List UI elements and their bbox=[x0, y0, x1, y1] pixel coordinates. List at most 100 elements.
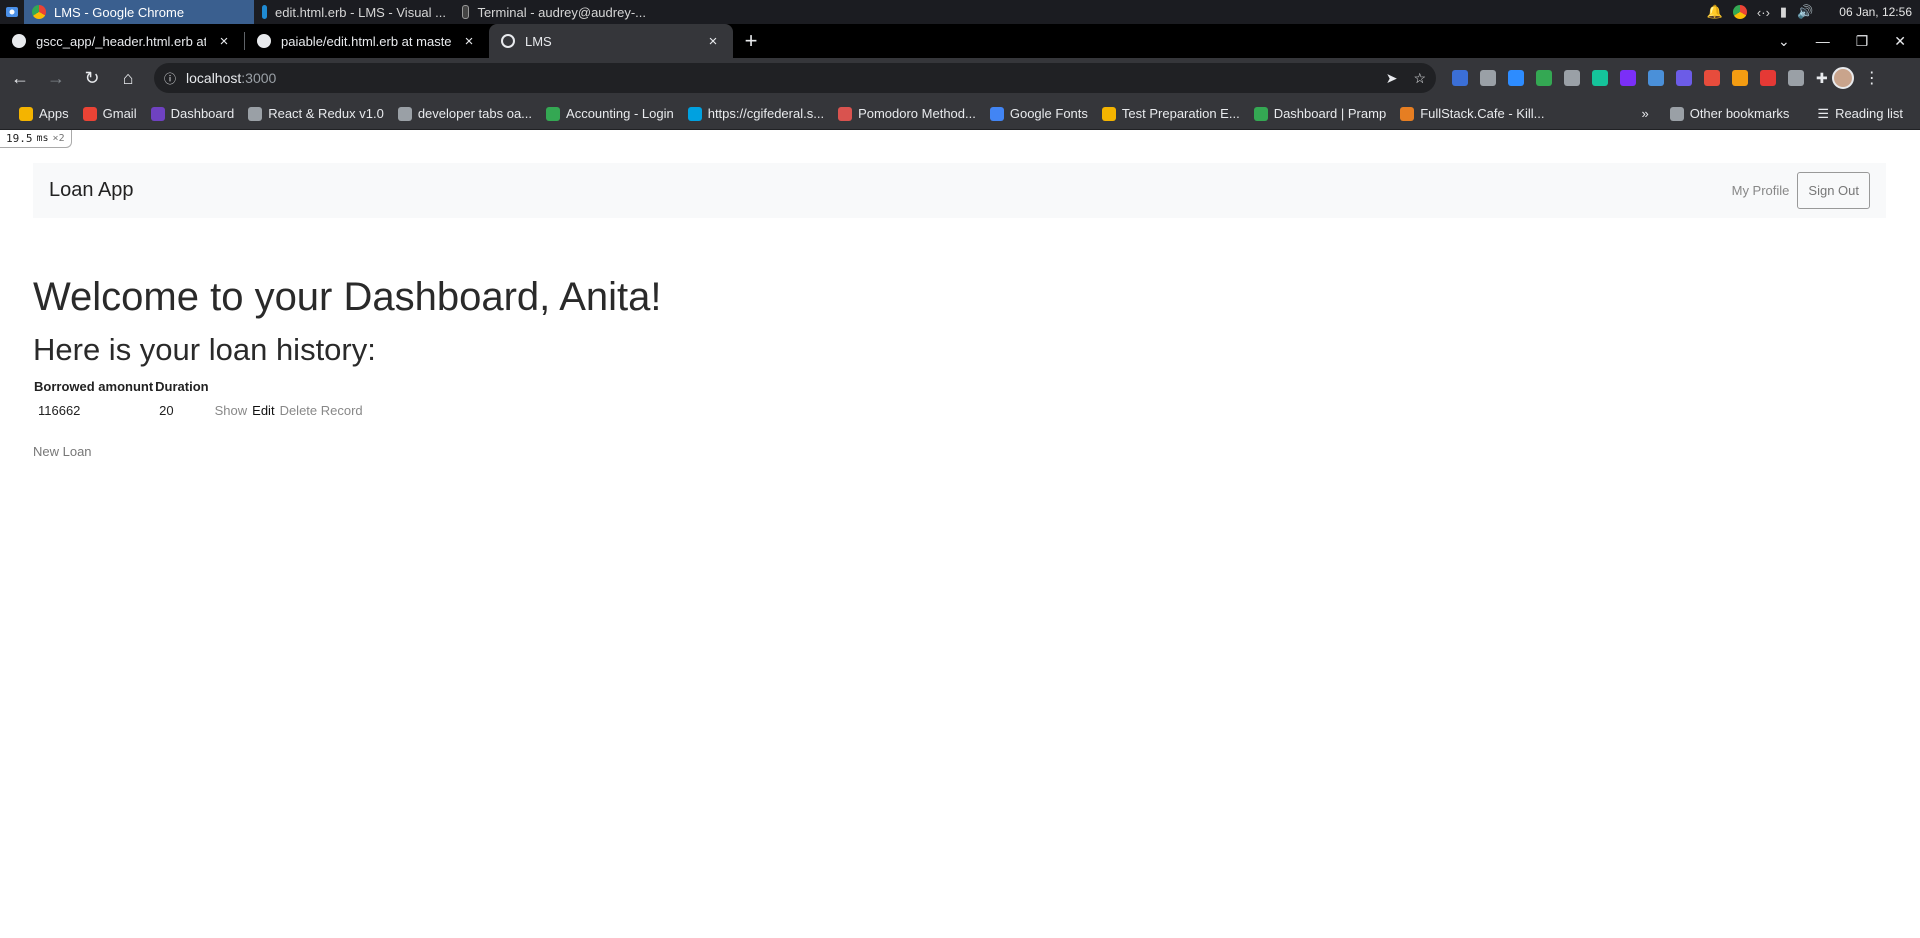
app-navbar: Loan App My Profile Sign Out bbox=[33, 163, 1886, 218]
extension-icon[interactable] bbox=[1480, 70, 1496, 86]
reading-list[interactable]: ☰ Reading list bbox=[1810, 102, 1910, 126]
bookmark-star-icon[interactable]: ☆ bbox=[1413, 70, 1426, 87]
bookmarks-bar: Apps Gmail Dashboard React & Redux v1.0 deve… bbox=[0, 98, 1920, 130]
tab-lms[interactable]: LMS × bbox=[489, 24, 733, 58]
my-profile-link[interactable]: My Profile bbox=[1732, 183, 1790, 198]
clock[interactable]: 06 Jan, 12:56 bbox=[1839, 5, 1912, 19]
extension-icon[interactable] bbox=[1536, 70, 1552, 86]
extension-icon[interactable] bbox=[1452, 70, 1468, 86]
delete-record-link[interactable]: Delete Record bbox=[280, 403, 363, 418]
home-icon[interactable]: ⌂ bbox=[112, 62, 144, 94]
volume-icon[interactable]: 🔊 bbox=[1797, 4, 1813, 20]
reload-icon[interactable]: ↻ bbox=[76, 62, 108, 94]
extensions-puzzle-icon[interactable]: ✚ bbox=[1816, 70, 1828, 87]
extension-icon[interactable] bbox=[1564, 70, 1580, 86]
battery-icon[interactable]: ▮ bbox=[1780, 4, 1787, 20]
close-window-icon[interactable]: ✕ bbox=[1894, 33, 1906, 50]
page-viewport: 19.5 ms ×2 Loan App My Profile Sign Out … bbox=[0, 130, 1920, 938]
bookmark-item[interactable]: Test Preparation E... bbox=[1095, 102, 1247, 126]
task-label: Terminal - audrey@audrey-... bbox=[477, 4, 646, 20]
bell-icon[interactable]: 🔔 bbox=[1707, 4, 1723, 20]
more-bookmarks-icon[interactable]: » bbox=[1641, 106, 1648, 121]
new-loan-link[interactable]: New Loan bbox=[33, 444, 92, 459]
reading-list-label: Reading list bbox=[1835, 106, 1903, 121]
bookmark-item[interactable]: Gmail bbox=[76, 102, 144, 126]
network-icon[interactable]: ‹·› bbox=[1757, 5, 1770, 20]
minimize-icon[interactable]: — bbox=[1816, 33, 1830, 49]
github-icon bbox=[12, 34, 26, 48]
os-taskbar: LMS - Google Chrome edit.html.erb - LMS … bbox=[0, 0, 1920, 24]
address-bar[interactable]: ⓘ localhost:3000 ➤ ☆ bbox=[154, 63, 1436, 93]
tab-search-icon[interactable]: ⌄ bbox=[1778, 33, 1790, 50]
extension-icon[interactable] bbox=[1592, 70, 1608, 86]
extension-icon[interactable] bbox=[1676, 70, 1692, 86]
perf-badge[interactable]: 19.5 ms ×2 bbox=[0, 130, 72, 148]
extension-icon[interactable] bbox=[1508, 70, 1524, 86]
tab-title: gscc_app/_header.html.erb at p bbox=[36, 33, 206, 49]
column-header-duration: Duration bbox=[155, 379, 209, 394]
bookmark-item[interactable]: https://cgifederal.s... bbox=[681, 102, 831, 126]
browser-toolbar: ← → ↻ ⌂ ⓘ localhost:3000 ➤ ☆ ✚ ⋮ bbox=[0, 58, 1920, 98]
extension-icon[interactable] bbox=[1648, 70, 1664, 86]
edit-link[interactable]: Edit bbox=[252, 403, 274, 418]
bookmark-label: Dashboard | Pramp bbox=[1273, 106, 1387, 121]
sign-out-button[interactable]: Sign Out bbox=[1797, 172, 1870, 209]
bookmark-item[interactable]: Pomodoro Method... bbox=[831, 102, 983, 126]
extensions-bar bbox=[1452, 70, 1804, 86]
extension-icon[interactable] bbox=[1704, 70, 1720, 86]
bookmark-item[interactable]: React & Redux v1.0 bbox=[241, 102, 391, 126]
task-chrome[interactable]: LMS - Google Chrome bbox=[24, 0, 254, 24]
tab-edit-erb[interactable]: paiable/edit.html.erb at master × bbox=[245, 24, 489, 58]
close-icon[interactable]: × bbox=[461, 33, 477, 50]
reading-list-icon: ☰ bbox=[1817, 105, 1830, 121]
globe-icon bbox=[501, 34, 515, 48]
new-tab-button[interactable]: + bbox=[733, 24, 769, 58]
bookmark-favicon-icon bbox=[546, 106, 561, 121]
bookmark-favicon-icon bbox=[248, 106, 263, 121]
bookmark-item[interactable]: Accounting - Login bbox=[539, 102, 681, 126]
extension-icon[interactable] bbox=[1620, 70, 1636, 86]
vscode-icon bbox=[262, 5, 267, 19]
bookmark-favicon-icon bbox=[82, 106, 97, 121]
other-bookmarks[interactable]: Other bookmarks bbox=[1663, 102, 1797, 126]
column-header-actions bbox=[252, 377, 279, 396]
tab-header-erb[interactable]: gscc_app/_header.html.erb at p × bbox=[0, 24, 244, 58]
bookmark-favicon-icon bbox=[1253, 106, 1268, 121]
bookmark-label: Accounting - Login bbox=[566, 106, 674, 121]
loan-history-table: Borrowed amonunt Duration 116662 20 Show… bbox=[33, 377, 368, 424]
bookmark-item[interactable]: Dashboard bbox=[144, 102, 242, 126]
perf-mult: ×2 bbox=[52, 133, 65, 144]
chrome-menu-icon[interactable]: ⋮ bbox=[1864, 68, 1880, 88]
chrome-tray-icon[interactable] bbox=[1732, 5, 1747, 19]
bookmark-label: Dashboard bbox=[170, 106, 235, 121]
maximize-icon[interactable]: ❐ bbox=[1856, 33, 1869, 50]
task-vscode[interactable]: edit.html.erb - LMS - Visual ... bbox=[254, 0, 454, 24]
bookmark-item[interactable]: FullStack.Cafe - Kill... bbox=[1393, 102, 1551, 126]
task-terminal[interactable]: Terminal - audrey@audrey-... bbox=[454, 0, 654, 24]
app-menu-icon[interactable] bbox=[0, 0, 24, 24]
tab-title: paiable/edit.html.erb at master bbox=[281, 33, 451, 49]
bookmark-item[interactable]: Google Fonts bbox=[983, 102, 1095, 126]
chrome-icon bbox=[32, 5, 46, 19]
show-link[interactable]: Show bbox=[215, 403, 248, 418]
perf-unit: ms bbox=[36, 133, 49, 144]
back-icon[interactable]: ← bbox=[4, 62, 36, 94]
brand-link[interactable]: Loan App bbox=[49, 179, 134, 202]
perf-value: 19.5 bbox=[6, 132, 33, 145]
amount-cell: 116662 bbox=[38, 402, 81, 418]
bookmark-favicon-icon bbox=[1101, 106, 1116, 121]
bookmark-item[interactable]: developer tabs oa... bbox=[391, 102, 539, 126]
bookmark-favicon-icon bbox=[1400, 106, 1415, 121]
close-icon[interactable]: × bbox=[705, 33, 721, 50]
extension-icon[interactable] bbox=[1760, 70, 1776, 86]
site-info-icon[interactable]: ⓘ bbox=[164, 70, 176, 87]
forward-icon[interactable]: → bbox=[40, 62, 72, 94]
bookmark-label: Google Fonts bbox=[1009, 106, 1088, 121]
profile-avatar[interactable] bbox=[1831, 67, 1854, 89]
close-icon[interactable]: × bbox=[216, 33, 232, 50]
bookmark-item[interactable]: Apps bbox=[12, 102, 76, 126]
send-icon[interactable]: ➤ bbox=[1386, 70, 1398, 87]
extension-icon[interactable] bbox=[1788, 70, 1804, 86]
extension-icon[interactable] bbox=[1732, 70, 1748, 86]
bookmark-item[interactable]: Dashboard | Pramp bbox=[1247, 102, 1394, 126]
